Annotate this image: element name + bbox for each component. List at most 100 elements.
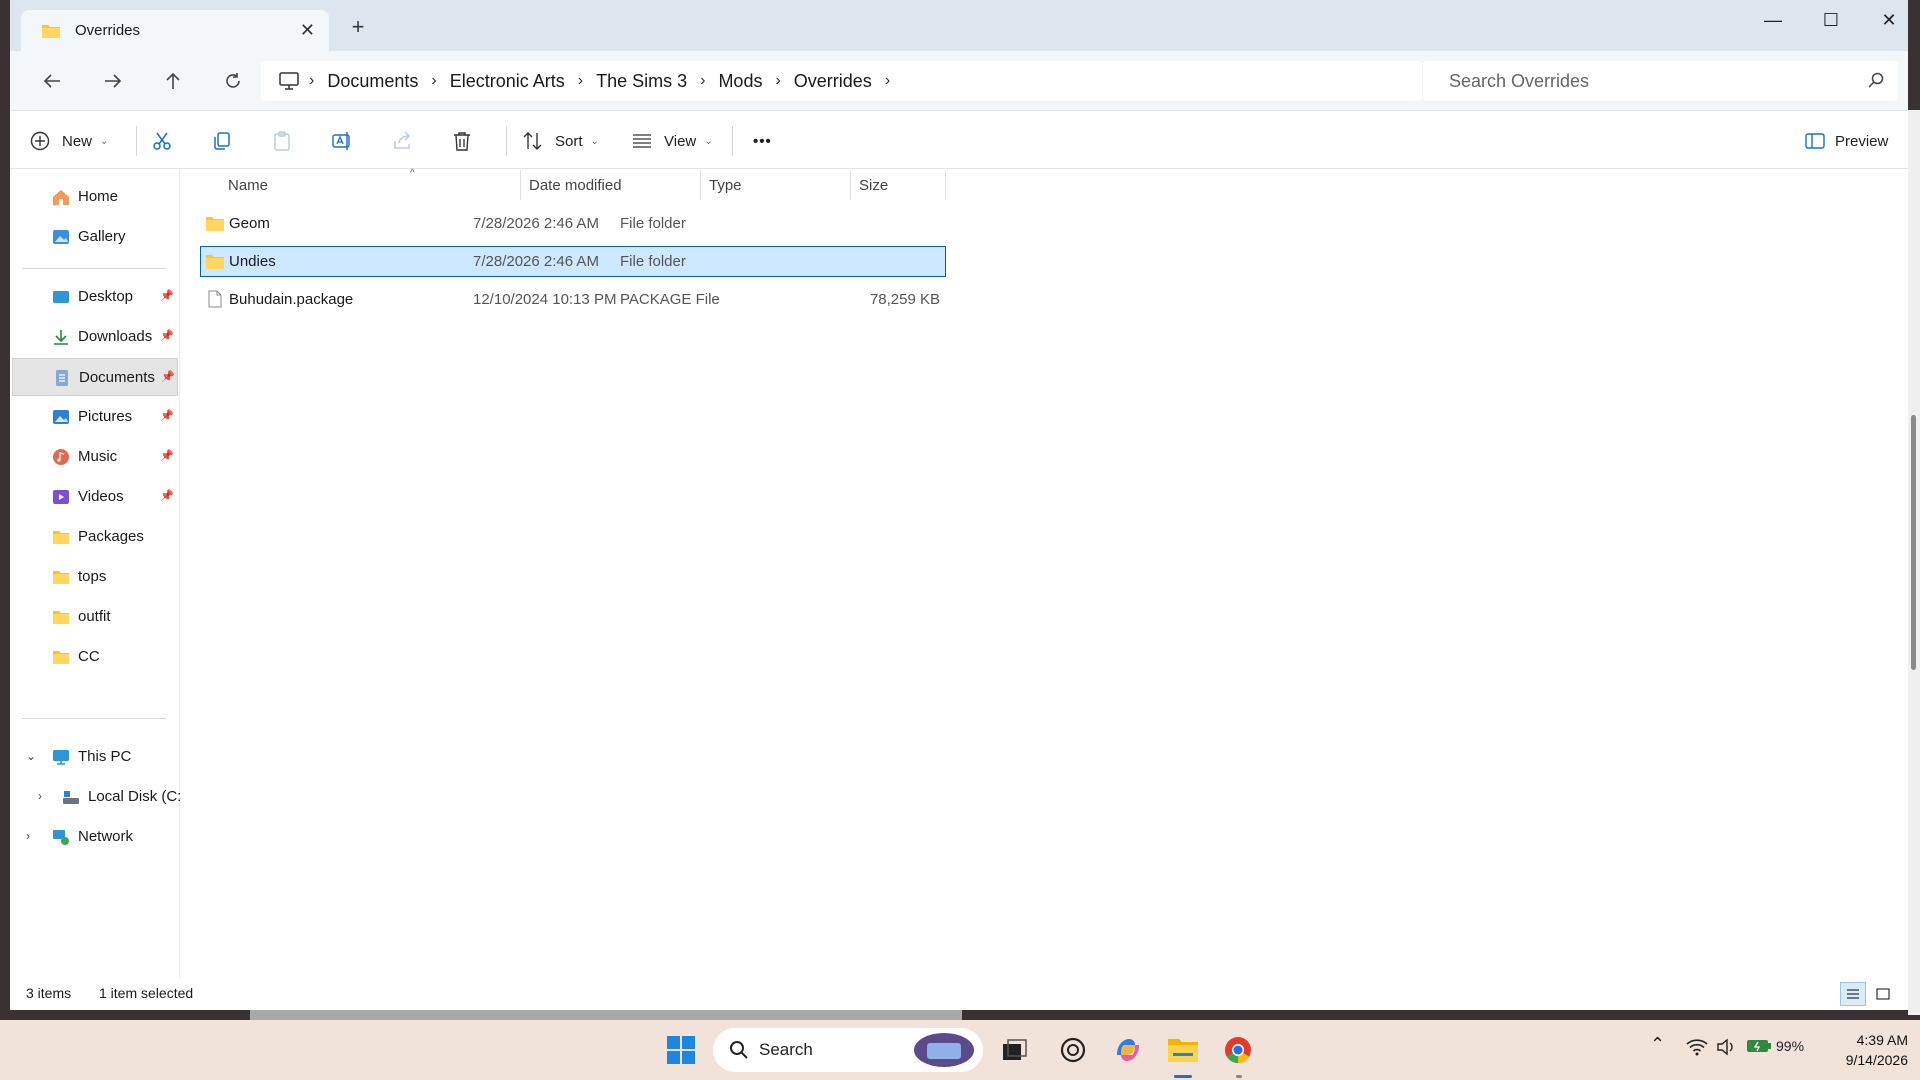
- window-preview-strip: [250, 1010, 962, 1020]
- sidebar-item-network[interactable]: › Network: [12, 818, 178, 856]
- sidebar-item-tops[interactable]: tops: [12, 558, 178, 596]
- file-list: Name ^ Date modified Type Size Geom 7/28…: [180, 168, 1908, 978]
- pin-icon[interactable]: 📌: [160, 409, 174, 422]
- refresh-button[interactable]: [213, 63, 253, 99]
- pin-icon[interactable]: 📌: [160, 449, 174, 462]
- back-button[interactable]: [32, 63, 72, 99]
- chevron-right-icon[interactable]: ›: [700, 72, 705, 90]
- view-list-icon: [633, 134, 651, 148]
- chatgpt-button[interactable]: [1053, 1030, 1093, 1070]
- chevron-right-icon[interactable]: ›: [26, 829, 30, 843]
- share-button[interactable]: [392, 124, 412, 158]
- drive-icon: [63, 791, 79, 804]
- chevron-right-icon[interactable]: ›: [578, 72, 583, 90]
- scrollbar-thumb[interactable]: [1911, 415, 1916, 670]
- sidebar-item-label: Gallery: [78, 228, 126, 245]
- breadcrumb-the-sims-3[interactable]: The Sims 3: [596, 71, 687, 92]
- minimize-button[interactable]: —: [1744, 0, 1802, 40]
- new-tab-button[interactable]: +: [340, 14, 376, 44]
- sidebar-item-this-pc[interactable]: ⌄ This PC: [12, 738, 178, 776]
- preview-button[interactable]: Preview: [1805, 124, 1888, 158]
- chevron-down-icon[interactable]: ⌄: [26, 749, 36, 763]
- rename-button[interactable]: [332, 124, 354, 158]
- new-button[interactable]: New ⌄: [30, 124, 108, 158]
- clock[interactable]: 4:39 AM 9/14/2026: [1818, 1030, 1908, 1070]
- taskbar-search[interactable]: Search: [713, 1028, 983, 1072]
- volume-icon[interactable]: [1716, 1038, 1736, 1056]
- chevron-right-icon[interactable]: ›: [885, 72, 890, 90]
- sidebar-divider: [22, 268, 166, 269]
- view-label: View: [664, 132, 697, 150]
- start-button[interactable]: [661, 1030, 701, 1070]
- sidebar-item-desktop[interactable]: Desktop 📌: [12, 278, 178, 316]
- breadcrumb-documents[interactable]: Documents: [327, 71, 418, 92]
- sidebar-item-home[interactable]: Home: [12, 178, 178, 216]
- sidebar-item-label: Music: [78, 448, 118, 465]
- paste-button[interactable]: [272, 124, 292, 158]
- search-input[interactable]: Search Overrides: [1423, 61, 1898, 101]
- tiles-view-button[interactable]: [1870, 982, 1896, 1006]
- show-hidden-icons-button[interactable]: ⌃: [1650, 1034, 1665, 1055]
- file-row-undies[interactable]: Undies 7/28/2026 2:46 AM File folder: [200, 246, 946, 277]
- copy-button[interactable]: [212, 124, 232, 158]
- column-header-name[interactable]: Name ^: [220, 168, 500, 200]
- sidebar-item-videos[interactable]: Videos 📌: [12, 478, 178, 516]
- file-name: Undies: [229, 253, 276, 270]
- chevron-right-icon[interactable]: ›: [431, 72, 436, 90]
- column-header-size[interactable]: Size: [851, 170, 945, 200]
- chevron-right-icon[interactable]: ›: [38, 789, 42, 803]
- details-view-button[interactable]: [1840, 982, 1866, 1006]
- file-row-geom[interactable]: Geom 7/28/2026 2:46 AM File folder: [200, 208, 946, 239]
- column-header-type[interactable]: Type: [701, 170, 850, 200]
- wifi-icon[interactable]: [1686, 1038, 1708, 1056]
- pictures-icon: [53, 410, 69, 424]
- battery-percent: 99%: [1776, 1038, 1805, 1054]
- chrome-button[interactable]: [1218, 1030, 1258, 1070]
- file-explorer-taskbar-button[interactable]: [1163, 1030, 1203, 1070]
- close-tab-icon[interactable]: ✕: [300, 20, 315, 41]
- task-view-button[interactable]: [995, 1030, 1035, 1070]
- pin-icon[interactable]: 📌: [160, 289, 174, 302]
- vertical-scrollbar[interactable]: [1908, 110, 1920, 1015]
- chevron-right-icon[interactable]: ›: [775, 72, 780, 90]
- file-type: PACKAGE File: [620, 291, 720, 308]
- sidebar-item-documents[interactable]: Documents 📌: [12, 358, 178, 396]
- close-window-button[interactable]: ✕: [1860, 0, 1918, 40]
- sidebar-item-outfit[interactable]: outfit: [12, 598, 178, 636]
- breadcrumb-mods[interactable]: Mods: [718, 71, 762, 92]
- pin-icon[interactable]: 📌: [160, 329, 174, 342]
- chevron-right-icon[interactable]: ›: [309, 72, 314, 90]
- address-bar[interactable]: › Documents › Electronic Arts › The Sims…: [261, 61, 1422, 101]
- up-button[interactable]: [153, 63, 193, 99]
- forward-button[interactable]: [93, 63, 133, 99]
- sidebar-item-local-disk[interactable]: › Local Disk (C:: [12, 778, 181, 816]
- search-icon: [1868, 72, 1884, 88]
- sort-button[interactable]: Sort ⌄: [523, 124, 599, 158]
- sidebar-item-music[interactable]: Music 📌: [12, 438, 178, 476]
- sidebar-item-gallery[interactable]: Gallery: [12, 218, 178, 256]
- sidebar-item-label: Home: [78, 188, 119, 205]
- column-header-date[interactable]: Date modified: [521, 170, 700, 200]
- column-divider[interactable]: [945, 170, 946, 200]
- breadcrumb-overrides[interactable]: Overrides: [794, 71, 872, 92]
- home-icon: [53, 190, 69, 205]
- view-button[interactable]: View ⌄: [632, 124, 713, 158]
- sidebar-item-label: Videos: [78, 488, 124, 505]
- sidebar-item-downloads[interactable]: Downloads 📌: [12, 318, 178, 356]
- sidebar-item-packages[interactable]: Packages: [12, 518, 178, 556]
- sidebar-divider: [22, 718, 166, 719]
- file-row-buhudain-package[interactable]: Buhudain.package 12/10/2024 10:13 PM PAC…: [200, 284, 946, 315]
- maximize-button[interactable]: ☐: [1802, 0, 1860, 40]
- copilot-button[interactable]: [1108, 1030, 1148, 1070]
- sidebar-item-cc[interactable]: CC: [12, 638, 178, 676]
- cut-button[interactable]: [152, 124, 172, 158]
- pin-icon[interactable]: 📌: [160, 489, 174, 502]
- sidebar-item-pictures[interactable]: Pictures 📌: [12, 398, 178, 436]
- battery-icon[interactable]: [1746, 1038, 1772, 1054]
- tab-overrides[interactable]: Overrides ✕: [21, 10, 329, 51]
- more-options-button[interactable]: •••: [753, 124, 772, 158]
- tab-title: Overrides: [75, 22, 141, 39]
- breadcrumb-electronic-arts[interactable]: Electronic Arts: [450, 71, 565, 92]
- pin-icon[interactable]: 📌: [161, 370, 175, 383]
- delete-button[interactable]: [452, 124, 472, 158]
